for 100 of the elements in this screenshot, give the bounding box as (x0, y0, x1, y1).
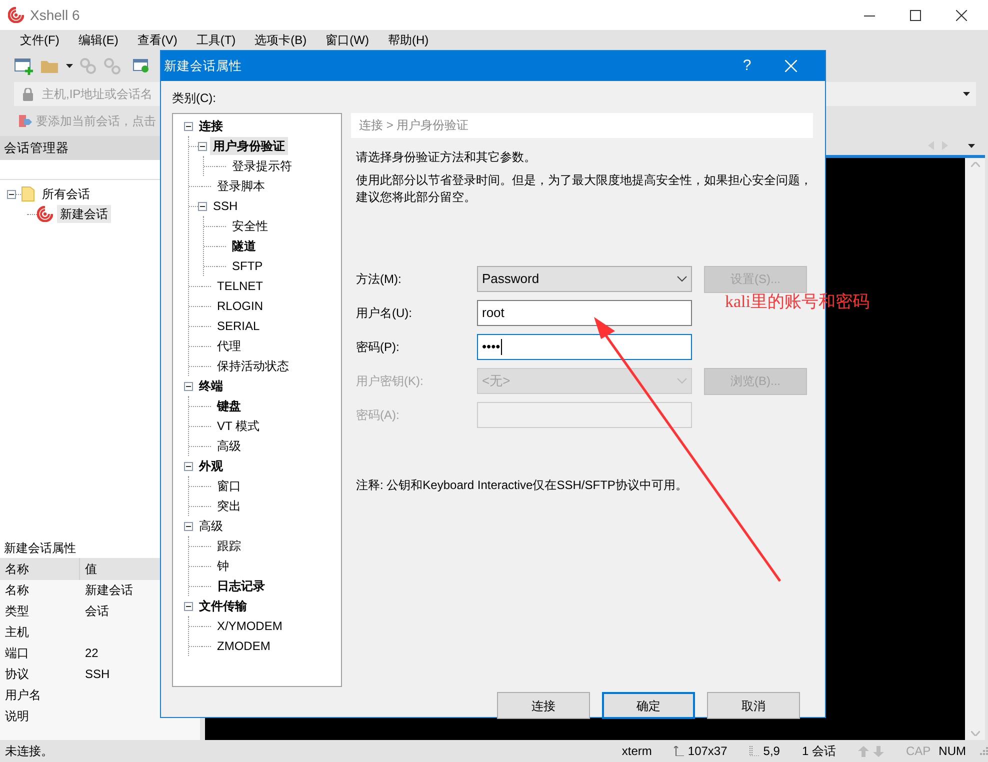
terminal-type: xterm (622, 743, 652, 760)
table-cell-text: 端口 (4, 645, 29, 662)
tree-item[interactable]: 代理 (214, 337, 244, 355)
collapse-icon[interactable] (184, 522, 193, 530)
close-icon (785, 60, 797, 72)
table-cell-text: SSH (84, 666, 110, 683)
dialog-title: 新建会话属性 (164, 58, 243, 75)
input-field[interactable]: root (477, 300, 692, 326)
dropdown[interactable]: Password (477, 266, 692, 292)
app-logo-icon (8, 7, 24, 23)
column-header: 名称 (0, 558, 80, 580)
hint-text: 要添加当前会话，点击 (36, 113, 156, 130)
menu-item[interactable]: 查看(V) (131, 30, 184, 50)
tree-item[interactable]: 突出 (214, 497, 244, 515)
tree-item[interactable]: X/YMODEM (214, 617, 286, 635)
menu-item[interactable]: 窗口(W) (320, 30, 375, 50)
table-cell-text: 类型 (4, 603, 29, 620)
collapse-icon[interactable] (7, 190, 16, 198)
tree-item[interactable]: 外观 (196, 457, 226, 475)
category-tree[interactable]: 连接 用户身份验证 登录提示符 登录脚本 SSH 安全性 隧道 SFTP TELNET RLOGIN SERIAL 代理 保持活动状态 终端 键盘 VT 模式 高级 外观 窗口 突出 高级 跟踪 钟 日志记录 文件传输 X/YMODEM ZMODEM (172, 113, 342, 687)
tree-item[interactable]: TELNET (214, 277, 266, 295)
tree-item[interactable]: SERIAL (214, 317, 263, 335)
button[interactable]: 确定 (602, 692, 695, 719)
tree-item[interactable]: 新建会话 (57, 205, 111, 223)
tree-item[interactable]: 所有会话 (39, 185, 93, 203)
collapse-icon[interactable] (184, 602, 193, 610)
tree-item[interactable]: 文件传输 (196, 597, 250, 615)
new-session-icon[interactable] (14, 57, 34, 75)
description-text: 使用此部分以节省登录时间。但是，为了最大限度地提高安全性，如果担心安全问题，建议您将此部分留空。 (356, 172, 813, 206)
monitor-gear-icon[interactable] (133, 58, 150, 74)
dropdown-caret-icon[interactable] (963, 92, 970, 96)
tree-item[interactable]: SSH (210, 197, 241, 215)
caret-icon[interactable] (66, 64, 73, 68)
tree-item[interactable]: 用户身份验证 (210, 137, 288, 155)
tree-item[interactable]: VT 模式 (214, 417, 262, 435)
button[interactable]: 取消 (707, 692, 800, 719)
chevron-down-icon (677, 276, 687, 282)
breadcrumb: 连接 > 用户身份验证 (351, 113, 813, 138)
button[interactable]: 连接 (497, 692, 590, 719)
table-cell-text: 22 (84, 645, 98, 662)
table-cell-text: 新建会话 (84, 582, 133, 599)
menu-item[interactable]: 帮助(H) (382, 30, 435, 50)
tree-item[interactable]: SFTP (229, 257, 266, 275)
field-label: 用户密钥(K): (355, 373, 424, 390)
table-cell-text: 协议 (4, 666, 29, 683)
caps-indicator: CAP (906, 743, 931, 760)
status-text: 未连接。 (5, 743, 54, 760)
tree-item[interactable]: 安全性 (229, 217, 271, 235)
session-icon (37, 206, 53, 222)
maximize-icon (910, 10, 920, 20)
table-cell-text: 会话 (84, 603, 109, 620)
tree-item[interactable]: RLOGIN (214, 297, 266, 315)
lock-icon (22, 88, 34, 100)
window-title: Xshell 6 (30, 6, 81, 24)
tree-item[interactable]: 登录提示符 (229, 157, 295, 175)
menu-item[interactable]: 工具(T) (190, 30, 242, 50)
tree-item[interactable]: 隧道 (229, 237, 259, 255)
menu-item[interactable]: 选项卡(B) (248, 30, 313, 50)
cursor-position-icon (749, 746, 760, 756)
tree-item[interactable]: 高级 (196, 517, 226, 535)
field-label: 密码(A): (355, 407, 400, 424)
tree-item[interactable]: 键盘 (214, 397, 244, 415)
collapse-icon[interactable] (184, 462, 193, 470)
help-button[interactable]: ? (725, 51, 769, 81)
input-field[interactable]: •••• (477, 334, 692, 360)
table-cell-text: 说明 (4, 708, 29, 725)
add-session-icon (18, 114, 32, 128)
tree-item[interactable]: ZMODEM (214, 637, 274, 655)
close-icon (956, 10, 966, 20)
session-count: 1 会话 (802, 743, 836, 760)
tree-item[interactable]: 保持活动状态 (214, 357, 292, 375)
tree-item[interactable]: 终端 (196, 377, 226, 395)
tree-item[interactable]: 跟踪 (214, 537, 244, 555)
collapse-icon[interactable] (184, 122, 193, 130)
scroll-up-icon (970, 162, 980, 167)
table-cell-text: 主机 (4, 624, 29, 641)
terminal-size: 107x37 (688, 743, 728, 760)
tree-item[interactable]: 登录脚本 (214, 177, 268, 195)
chevron-down-icon (677, 378, 687, 384)
cursor-position: 5,9 (763, 743, 780, 760)
table-cell-text: 用户名 (4, 687, 41, 704)
scrollbar[interactable] (965, 158, 985, 740)
resize-icon (674, 746, 684, 756)
tab-menu-icon[interactable] (968, 144, 975, 148)
tree-item[interactable]: 连接 (196, 117, 226, 135)
menu-item[interactable]: 编辑(E) (72, 30, 124, 50)
folder-icon (21, 186, 35, 202)
resize-grip-icon (980, 747, 988, 755)
collapse-icon[interactable] (184, 382, 193, 390)
collapse-icon[interactable] (198, 202, 207, 210)
tree-item[interactable]: 钟 (214, 557, 232, 575)
tree-item[interactable]: 窗口 (214, 477, 244, 495)
instruction-text: 请选择身份验证方法和其它参数。 (356, 149, 537, 166)
field-label: 用户名(U): (355, 305, 413, 322)
tree-item[interactable]: 高级 (214, 437, 244, 455)
menu-item[interactable]: 文件(F) (14, 30, 66, 50)
category-label: 类别(C): (172, 90, 217, 107)
scroll-down-icon (970, 731, 980, 736)
collapse-icon[interactable] (198, 142, 207, 150)
tree-item[interactable]: 日志记录 (214, 577, 268, 595)
